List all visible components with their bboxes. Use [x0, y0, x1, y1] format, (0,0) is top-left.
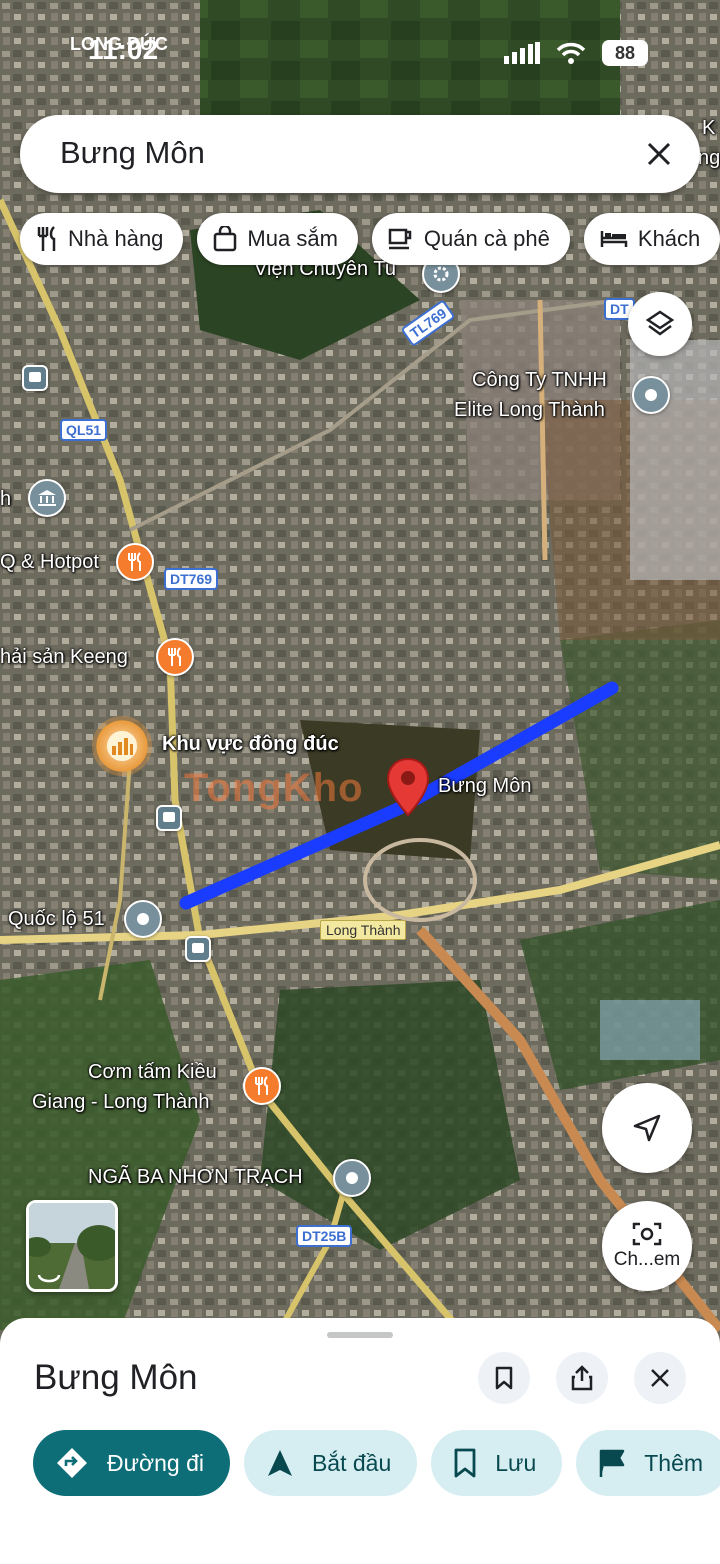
road-shield-ql51: QL51 [60, 419, 108, 441]
shopping-bag-icon [214, 226, 237, 252]
status-overlay-label: LONG ĐỨC [70, 34, 168, 54]
location-poi-icon[interactable] [632, 376, 670, 414]
crowded-area-icon[interactable] [92, 716, 152, 776]
map-label-elite[interactable]: Elite Long Thành [454, 399, 605, 422]
road-shield-dt25b: DT25B [296, 1225, 353, 1247]
restaurant-poi-icon-3[interactable] [243, 1067, 281, 1105]
place-sheet[interactable]: Bưng Môn Đường đi Bắt đầu Lưu Thêm [0, 1318, 720, 1564]
save-bookmark-button[interactable] [478, 1352, 530, 1404]
save-button[interactable]: Lưu [431, 1430, 563, 1496]
chip-label: Mua sắm [247, 226, 338, 251]
layers-button[interactable] [628, 292, 692, 356]
start-label: Bắt đầu [311, 1449, 392, 1476]
lens-button[interactable]: Ch...em [602, 1201, 692, 1291]
wifi-icon [556, 42, 586, 64]
navigation-start-icon [267, 1450, 292, 1476]
map-label-cong-ty[interactable]: Công Ty TNHH [472, 369, 607, 392]
search-query[interactable]: Bưng Môn [60, 135, 205, 171]
map-label-hotpot[interactable]: Q & Hotpot [0, 551, 99, 574]
more-button[interactable]: Thêm [576, 1430, 720, 1496]
bookmark-icon [454, 1448, 476, 1478]
chip-label: Nhà hàng [68, 226, 164, 251]
bus-stop-icon[interactable] [22, 365, 48, 391]
share-icon [571, 1365, 593, 1391]
status-bar: 11:02 LONG ĐỨC 88 [0, 30, 720, 80]
map-label-nga-ba[interactable]: NGÃ BA NHƠN TRẠCH [88, 1166, 303, 1189]
start-button[interactable]: Bắt đầu [243, 1430, 418, 1496]
close-icon [651, 1369, 669, 1387]
map-label-h-fragment[interactable]: h [0, 488, 11, 511]
restaurant-icon [37, 226, 56, 251]
restaurant-poi-icon[interactable] [116, 543, 154, 581]
layers-icon [645, 310, 675, 336]
battery-indicator: 88 [602, 40, 648, 66]
watermark: TongKho [184, 766, 364, 810]
category-chips: Nhà hàng Mua sắm Quán cà phê Khách [20, 213, 720, 265]
location-poi-icon-2[interactable] [124, 900, 162, 938]
directions-button[interactable]: Đường đi [33, 1430, 230, 1496]
chip-restaurants[interactable]: Nhà hàng [20, 213, 184, 265]
action-buttons: Đường đi Bắt đầu Lưu Thêm [33, 1430, 720, 1496]
chip-coffee[interactable]: Quán cà phê [371, 213, 570, 265]
street-view-thumbnail[interactable] [26, 1200, 118, 1292]
coffee-icon [388, 228, 412, 250]
map-label-k-fragment[interactable]: K [702, 117, 715, 140]
bus-stop-icon-3[interactable] [185, 936, 211, 962]
chip-shopping[interactable]: Mua sắm [197, 213, 358, 265]
map-label-bung-mon[interactable]: Bưng Môn [438, 775, 531, 798]
location-poi-icon-3[interactable] [333, 1159, 371, 1197]
place-title: Bưng Môn [34, 1358, 198, 1397]
location-pin-icon[interactable] [386, 757, 430, 822]
hotel-bed-icon [600, 231, 628, 247]
map-label-crowded[interactable]: Khu vực đông đúc [162, 733, 339, 756]
chip-label: Quán cà phê [423, 226, 550, 251]
place-tag-long-thanh: Long Thành [320, 920, 407, 940]
signal-icon [504, 42, 540, 64]
restaurant-poi-icon-2[interactable] [156, 638, 194, 676]
directions-icon [57, 1448, 87, 1478]
my-location-button[interactable] [602, 1083, 692, 1173]
close-sheet-button[interactable] [634, 1352, 686, 1404]
share-button[interactable] [556, 1352, 608, 1404]
street-view-image [29, 1203, 115, 1289]
directions-label: Đường đi [107, 1449, 204, 1476]
map-label-com-tam-2[interactable]: Giang - Long Thành [32, 1091, 210, 1114]
more-label: Thêm [644, 1449, 704, 1476]
bank-poi-icon[interactable] [28, 479, 66, 517]
close-icon[interactable] [638, 133, 680, 175]
road-shield-dt769: DT769 [164, 568, 219, 590]
map-label-ng-fragment[interactable]: ng [698, 147, 720, 170]
lens-label: Ch...em [613, 1249, 681, 1270]
bus-stop-icon-2[interactable] [156, 805, 182, 831]
map-label-quoc-lo[interactable]: Quốc lộ 51 [8, 908, 105, 931]
sheet-drag-handle[interactable] [327, 1332, 393, 1338]
search-bar[interactable]: Bưng Môn [20, 115, 700, 193]
chip-label: Khách [637, 226, 701, 251]
map-label-keeng[interactable]: hải sản Keeng [0, 646, 128, 669]
save-label: Lưu [495, 1449, 537, 1476]
camera-search-icon [632, 1222, 662, 1246]
map-label-com-tam-1[interactable]: Cơm tấm Kiều [88, 1061, 217, 1084]
bookmark-icon [495, 1366, 513, 1390]
flag-icon [600, 1449, 625, 1477]
navigation-arrow-icon [633, 1114, 661, 1142]
chip-hotels[interactable]: Khách [583, 213, 720, 265]
